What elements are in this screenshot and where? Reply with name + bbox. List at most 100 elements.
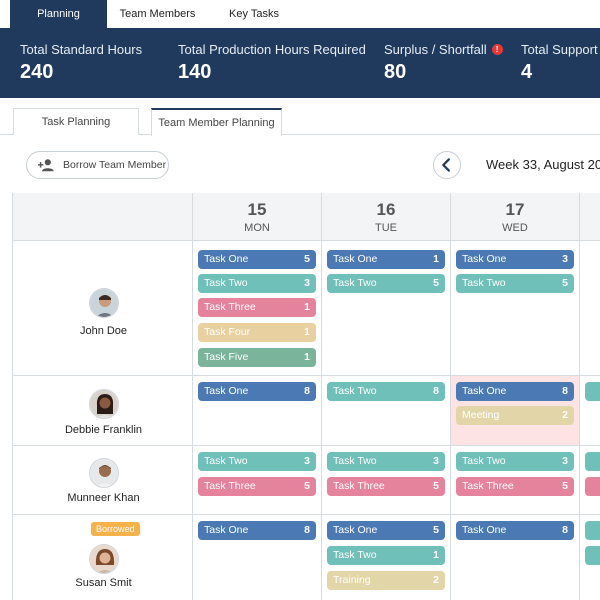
task-chip[interactable]: Task Three 5 <box>198 477 316 496</box>
day-number: 16 <box>376 200 396 219</box>
day-cell[interactable]: Task Two 3 Task Three 5 <box>451 446 580 514</box>
task-chip-partial[interactable] <box>585 546 600 565</box>
task-chip[interactable]: Task One 8 <box>456 382 574 401</box>
tab-key-tasks[interactable]: Key Tasks <box>214 0 294 28</box>
day-cell[interactable]: Task One 8 <box>193 515 322 600</box>
task-hours: 1 <box>304 351 310 363</box>
task-hours: 2 <box>562 409 568 421</box>
task-chip[interactable]: Task Two 5 <box>456 274 574 293</box>
add-person-icon <box>37 159 54 172</box>
member-name[interactable]: Munneer Khan <box>13 492 194 504</box>
tab-team-members[interactable]: Team Members <box>110 0 205 28</box>
day-cell[interactable]: Task Two 3 Task Three 5 <box>322 446 451 514</box>
task-label: Task Two <box>333 549 377 561</box>
day-header-wed: 17 WED <box>451 193 580 241</box>
task-chip[interactable]: Task Three 5 <box>456 477 574 496</box>
task-chip[interactable]: Task Three 5 <box>327 477 445 496</box>
day-cell[interactable] <box>580 376 600 445</box>
task-chip[interactable]: Task One 8 <box>198 521 316 540</box>
task-chip[interactable]: Task Two 3 <box>198 274 316 293</box>
stat-label-text: Surplus / Shortfall <box>384 42 487 57</box>
member-name[interactable]: John Doe <box>13 325 194 337</box>
task-chip[interactable]: Task Two 3 <box>456 452 574 471</box>
avatar <box>89 458 119 488</box>
task-chip-partial[interactable] <box>585 452 600 471</box>
stat-standard-hours: Total Standard Hours 240 <box>20 42 142 84</box>
task-chip[interactable]: Task Three 1 <box>198 298 316 317</box>
task-chip[interactable]: Task One 3 <box>456 250 574 269</box>
info-icon[interactable]: ! <box>491 44 503 55</box>
day-number: 15 <box>247 200 267 219</box>
day-cell[interactable]: Task Two 3 Task Three 5 <box>193 446 322 514</box>
stat-value: 4 <box>521 61 533 83</box>
day-cell[interactable]: Task One 5 Task Two 1 Training 2 <box>322 515 451 600</box>
task-label: Meeting <box>462 409 500 421</box>
task-label: Task Two <box>204 277 248 289</box>
task-label: Task Four <box>204 326 251 338</box>
week-label: Week 33, August 20 <box>486 157 600 172</box>
day-cell[interactable]: Task Two 8 <box>322 376 451 445</box>
day-cell[interactable]: Task One 5 Task Two 3 Task Three 1 Task Fou… <box>193 241 322 375</box>
task-hours: 8 <box>562 524 568 536</box>
task-hours: 3 <box>304 277 310 289</box>
task-chip[interactable]: Task Five 1 <box>198 348 316 367</box>
borrowed-badge: Borrowed <box>91 522 140 536</box>
task-chip[interactable]: Meeting 2 <box>456 406 574 425</box>
member-cell: Debbie Franklin <box>12 376 193 445</box>
day-cell[interactable]: Task One 1 Task Two 5 <box>322 241 451 375</box>
day-cell[interactable] <box>580 515 600 600</box>
member-row: Munneer Khan Task Two 3 Task Three 5 Task … <box>12 446 600 515</box>
task-label: Task One <box>333 524 378 536</box>
task-label: Task One <box>204 385 249 397</box>
task-label: Task One <box>333 253 378 265</box>
task-chip[interactable]: Task Two 3 <box>327 452 445 471</box>
task-chip[interactable]: Task One 1 <box>327 250 445 269</box>
task-chip[interactable]: Training 2 <box>327 571 445 590</box>
task-label: Task Three <box>204 301 256 313</box>
task-chip[interactable]: Task One 8 <box>198 382 316 401</box>
day-cell[interactable]: Task One 8 <box>193 376 322 445</box>
day-cell-overbooked[interactable]: Task One 8 Meeting 2 <box>451 376 580 445</box>
task-chip-partial[interactable] <box>585 382 600 401</box>
day-header-mon: 15 MON <box>193 193 322 241</box>
stat-label: Total Production Hours Required <box>178 42 366 57</box>
task-chip[interactable]: Task Two 5 <box>327 274 445 293</box>
task-label: Training <box>333 574 371 586</box>
task-chip[interactable]: Task One 8 <box>456 521 574 540</box>
task-chip-partial[interactable] <box>585 477 600 496</box>
task-chip[interactable]: Task Four 1 <box>198 323 316 342</box>
task-hours: 3 <box>304 455 310 467</box>
member-cell: Munneer Khan <box>12 446 193 514</box>
prev-week-button[interactable] <box>433 151 461 179</box>
task-hours: 5 <box>433 524 439 536</box>
borrow-team-member-button[interactable]: Borrow Team Member <box>26 151 169 179</box>
task-chip[interactable]: Task Two 1 <box>327 546 445 565</box>
task-label: Task Three <box>462 480 514 492</box>
avatar <box>89 544 119 574</box>
task-hours: 2 <box>433 574 439 586</box>
task-label: Task Two <box>333 385 377 397</box>
day-cell[interactable] <box>580 241 600 375</box>
task-chip-partial[interactable] <box>585 521 600 540</box>
task-chip[interactable]: Task One 5 <box>327 521 445 540</box>
task-label: Task Two <box>462 455 506 467</box>
member-name[interactable]: Susan Smit <box>13 577 194 589</box>
task-chip[interactable]: Task Two 3 <box>198 452 316 471</box>
tab-team-member-planning[interactable]: Team Member Planning <box>151 108 282 136</box>
task-chip[interactable]: Task One 5 <box>198 250 316 269</box>
tab-planning[interactable]: Planning <box>10 0 107 28</box>
day-cell[interactable] <box>580 446 600 514</box>
task-label: Task Three <box>204 480 256 492</box>
member-name[interactable]: Debbie Franklin <box>13 424 194 436</box>
task-label: Task Three <box>333 480 385 492</box>
stat-label: Surplus / Shortfall ! <box>384 42 503 57</box>
stat-value: 80 <box>384 61 407 83</box>
day-cell[interactable]: Task One 3 Task Two 5 <box>451 241 580 375</box>
task-label: Task Two <box>333 277 377 289</box>
tab-task-planning[interactable]: Task Planning <box>13 108 139 135</box>
task-chip[interactable]: Task Two 8 <box>327 382 445 401</box>
task-hours: 8 <box>304 524 310 536</box>
task-hours: 8 <box>562 385 568 397</box>
member-row: Borrowed Susan Smit Task One 8 Task One 5 … <box>12 515 600 600</box>
day-cell[interactable]: Task One 8 <box>451 515 580 600</box>
